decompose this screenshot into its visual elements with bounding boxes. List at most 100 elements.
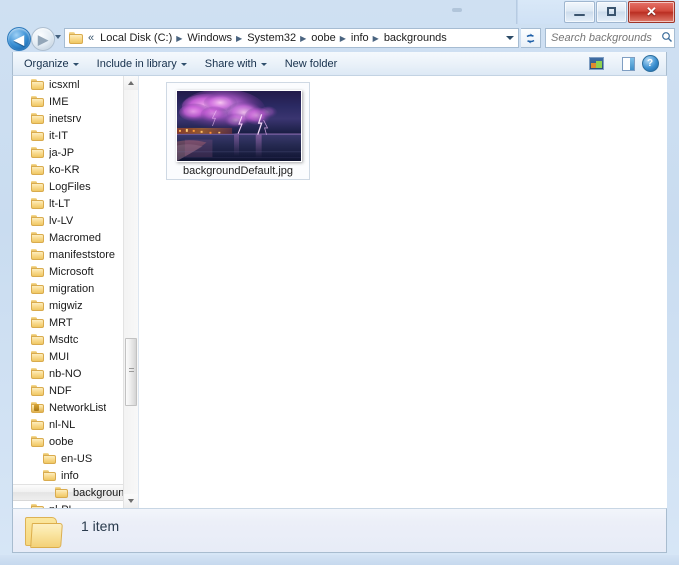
sidebar-item-label: it-IT xyxy=(49,129,68,142)
breadcrumb-separator-3[interactable]: ▶ xyxy=(339,34,348,43)
breadcrumb-separator-1[interactable]: ▶ xyxy=(235,34,244,43)
recent-pages-dropdown-icon[interactable] xyxy=(55,35,61,39)
refresh-button[interactable] xyxy=(521,28,541,48)
sidebar-item-label: en-US xyxy=(61,452,93,465)
search-input[interactable] xyxy=(546,31,659,45)
back-arrow-icon: ◀ xyxy=(14,31,24,47)
forward-button[interactable]: ▶ xyxy=(31,27,55,51)
file-thumbnail xyxy=(176,90,302,162)
sidebar-item-label: migration xyxy=(49,282,95,295)
sidebar-item-label: lv-LV xyxy=(49,214,74,227)
sidebar-item-manifeststore[interactable]: manifeststore xyxy=(13,246,131,263)
sidebar-item-ko-kr[interactable]: ko-KR xyxy=(13,161,131,178)
file-name-label: backgroundDefault.jpg xyxy=(182,165,294,177)
locked-folder-icon xyxy=(31,402,44,413)
folder-icon xyxy=(43,453,56,464)
search-icon xyxy=(659,31,674,46)
list-item[interactable]: backgroundDefault.jpg xyxy=(166,82,310,180)
content-pane[interactable]: backgroundDefault.jpg xyxy=(139,76,667,508)
toolbar-organize-button[interactable]: Organize xyxy=(17,55,86,73)
breadcrumb-item-1[interactable]: Windows xyxy=(184,31,235,45)
sidebar-item-label: LogFiles xyxy=(49,180,91,193)
sidebar-item-inetsrv[interactable]: inetsrv xyxy=(13,110,131,127)
folder-icon xyxy=(31,368,44,379)
folder-icon xyxy=(31,419,44,430)
main-area: icsxml IME inetsrv it-IT ja-JP ko-KR LogFiles l… xyxy=(12,76,667,508)
sidebar-item-it-it[interactable]: it-IT xyxy=(13,127,131,144)
sidebar-item-ime[interactable]: IME xyxy=(13,93,131,110)
sidebar-item-info[interactable]: info xyxy=(13,467,131,484)
sidebar-item-label: Macromed xyxy=(49,231,101,244)
folder-icon xyxy=(31,215,44,226)
toolbar-new-folder-button[interactable]: New folder xyxy=(278,55,345,73)
scroll-up-arrow[interactable] xyxy=(124,76,138,90)
folder-icon xyxy=(31,181,44,192)
search-box[interactable] xyxy=(545,28,675,48)
breadcrumb-item-3[interactable]: oobe xyxy=(308,31,338,45)
change-view-button[interactable] xyxy=(586,55,606,73)
sidebar-item-label: nl-NL xyxy=(49,418,76,431)
toolbar-share-with-button[interactable]: Share with xyxy=(198,55,274,73)
sidebar-item-networklist[interactable]: NetworkList xyxy=(13,399,131,416)
toolbar-include-in-library-button[interactable]: Include in library xyxy=(90,55,194,73)
sidebar-item-microsoft[interactable]: Microsoft xyxy=(13,263,131,280)
breadcrumb-separator-0[interactable]: ▶ xyxy=(175,34,184,43)
sidebar-item-lt-lt[interactable]: lt-LT xyxy=(13,195,131,212)
address-bar-row: ◀ ▶ « Local Disk (C:) ▶ Windows ▶ System… xyxy=(0,24,679,52)
address-dropdown-button[interactable] xyxy=(502,29,518,47)
folder-icon xyxy=(43,470,56,481)
breadcrumb-item-0[interactable]: Local Disk (C:) xyxy=(97,31,175,45)
folder-icon xyxy=(31,232,44,243)
sidebar-item-mrt[interactable]: MRT xyxy=(13,314,131,331)
scrollbar-thumb[interactable] xyxy=(125,338,137,406)
sidebar-item-icsxml[interactable]: icsxml xyxy=(13,76,131,93)
folder-tree: icsxml IME inetsrv it-IT ja-JP ko-KR LogFiles l… xyxy=(13,76,131,508)
folder-icon xyxy=(31,317,44,328)
folder-icon xyxy=(31,300,44,311)
change-view-icon xyxy=(588,57,604,70)
title-bar-smudge xyxy=(452,8,462,12)
toolbar-share-with-label: Share with xyxy=(204,57,257,70)
preview-pane-button[interactable] xyxy=(618,55,638,73)
back-button[interactable]: ◀ xyxy=(7,27,31,51)
sidebar-item-ndf[interactable]: NDF xyxy=(13,382,131,399)
sidebar-item-nb-no[interactable]: nb-NO xyxy=(13,365,131,382)
folder-icon xyxy=(31,164,44,175)
navigation-pane-scrollbar[interactable] xyxy=(123,76,138,508)
sidebar-item-mui[interactable]: MUI xyxy=(13,348,131,365)
close-button[interactable]: ✕ xyxy=(628,1,675,23)
navigation-pane: icsxml IME inetsrv it-IT ja-JP ko-KR LogFiles l… xyxy=(13,76,138,508)
breadcrumb-item-5[interactable]: backgrounds xyxy=(381,31,450,45)
folder-icon xyxy=(55,487,68,498)
sidebar-item-label: lt-LT xyxy=(49,197,71,210)
sidebar-item-msdtc[interactable]: Msdtc xyxy=(13,331,131,348)
address-folder-icon xyxy=(69,32,83,44)
breadcrumb-separator-2[interactable]: ▶ xyxy=(299,34,308,43)
sidebar-item-macromed[interactable]: Macromed xyxy=(13,229,131,246)
sidebar-item-label: oobe xyxy=(49,435,74,448)
sidebar-item-migration[interactable]: migration xyxy=(13,280,131,297)
sidebar-item-oobe[interactable]: oobe xyxy=(13,433,131,450)
address-bar[interactable]: « Local Disk (C:) ▶ Windows ▶ System32 ▶… xyxy=(64,28,519,48)
minimize-button[interactable] xyxy=(564,1,595,23)
breadcrumb-overflow[interactable]: « xyxy=(85,32,97,44)
sidebar-item-logfiles[interactable]: LogFiles xyxy=(13,178,131,195)
explorer-window: ✕ ◀ ▶ « Local Disk (C:) ▶ Windows ▶ Syst… xyxy=(0,0,679,565)
breadcrumb-separator-4[interactable]: ▶ xyxy=(372,34,381,43)
help-button[interactable]: ? xyxy=(640,55,660,73)
sidebar-item-label: inetsrv xyxy=(49,112,82,125)
scroll-down-arrow[interactable] xyxy=(124,494,138,508)
sidebar-item-label: MUI xyxy=(49,350,70,363)
sidebar-item-migwiz[interactable]: migwiz xyxy=(13,297,131,314)
toolbar-organize-label: Organize xyxy=(24,57,69,70)
sidebar-item-ja-jp[interactable]: ja-JP xyxy=(13,144,131,161)
maximize-button[interactable] xyxy=(596,1,627,23)
close-icon: ✕ xyxy=(646,4,657,19)
sidebar-item-lv-lv[interactable]: lv-LV xyxy=(13,212,131,229)
sidebar-item-nl-nl[interactable]: nl-NL xyxy=(13,416,131,433)
breadcrumb-item-2[interactable]: System32 xyxy=(244,31,299,45)
breadcrumb-item-4[interactable]: info xyxy=(348,31,372,45)
sidebar-item-backgrounds[interactable]: backgrounds xyxy=(13,484,131,501)
sidebar-item-pl-pl[interactable]: pl-PL xyxy=(13,501,131,508)
sidebar-item-en-us[interactable]: en-US xyxy=(13,450,131,467)
